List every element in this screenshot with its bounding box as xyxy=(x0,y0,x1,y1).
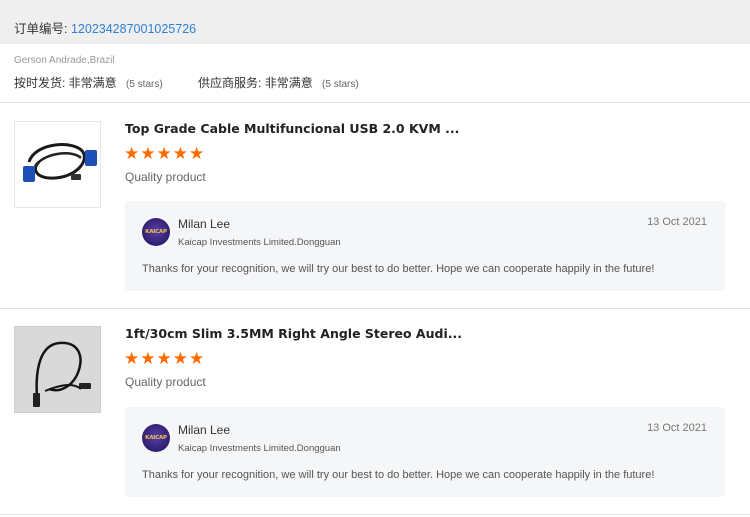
review-comment: Quality product xyxy=(125,170,206,184)
rating-stars: ★★★★★ xyxy=(124,349,206,368)
reply-date: 13 Oct 2021 xyxy=(647,216,707,228)
product-title-link[interactable]: Top Grade Cable Multifuncional USB 2.0 K… xyxy=(125,121,459,136)
order-header: 订单编号: 120234287001025726 xyxy=(0,0,750,44)
order-number-link[interactable]: 120234287001025726 xyxy=(71,22,196,36)
review-item: 1ft/30cm Slim 3.5MM Right Angle Stereo A… xyxy=(0,308,750,514)
seller-avatar: KAICAP xyxy=(142,218,170,246)
service-rating-label: 供应商服务: 非常满意 xyxy=(198,76,313,90)
product-title-link[interactable]: 1ft/30cm Slim 3.5MM Right Angle Stereo A… xyxy=(125,326,462,341)
service-rating-stars: (5 stars) xyxy=(322,79,359,90)
order-label: 订单编号: xyxy=(14,22,68,36)
product-image[interactable] xyxy=(14,326,101,413)
reply-text: Thanks for your recognition, we will try… xyxy=(142,469,655,481)
product-image[interactable] xyxy=(14,121,101,208)
review-item: Top Grade Cable Multifuncional USB 2.0 K… xyxy=(0,102,750,308)
buyer-ratings: 按时发货: 非常满意 (5 stars) 供应商服务: 非常满意 (5 star… xyxy=(14,74,359,91)
seller-company: Kaicap Investments Limited.Dongguan xyxy=(178,237,341,248)
shipping-rating-label: 按时发货: 非常满意 xyxy=(14,76,117,90)
reply-date: 13 Oct 2021 xyxy=(647,422,707,434)
reply-text: Thanks for your recognition, we will try… xyxy=(142,263,655,275)
shipping-rating-stars: (5 stars) xyxy=(126,79,163,90)
seller-name: Milan Lee xyxy=(178,217,231,231)
seller-reply: KAICAP Milan Lee Kaicap Investments Limi… xyxy=(125,407,725,497)
rating-stars: ★★★★★ xyxy=(124,144,206,163)
divider xyxy=(0,514,750,515)
buyer-name-location: Gerson Andrade,Brazil xyxy=(14,55,115,66)
seller-avatar: KAICAP xyxy=(142,424,170,452)
audio-cable-image xyxy=(33,341,91,407)
seller-name: Milan Lee xyxy=(178,423,231,437)
review-comment: Quality product xyxy=(125,375,206,389)
seller-company: Kaicap Investments Limited.Dongguan xyxy=(178,443,341,454)
kvm-cable-image xyxy=(23,143,97,182)
seller-reply: KAICAP Milan Lee Kaicap Investments Limi… xyxy=(125,201,725,291)
